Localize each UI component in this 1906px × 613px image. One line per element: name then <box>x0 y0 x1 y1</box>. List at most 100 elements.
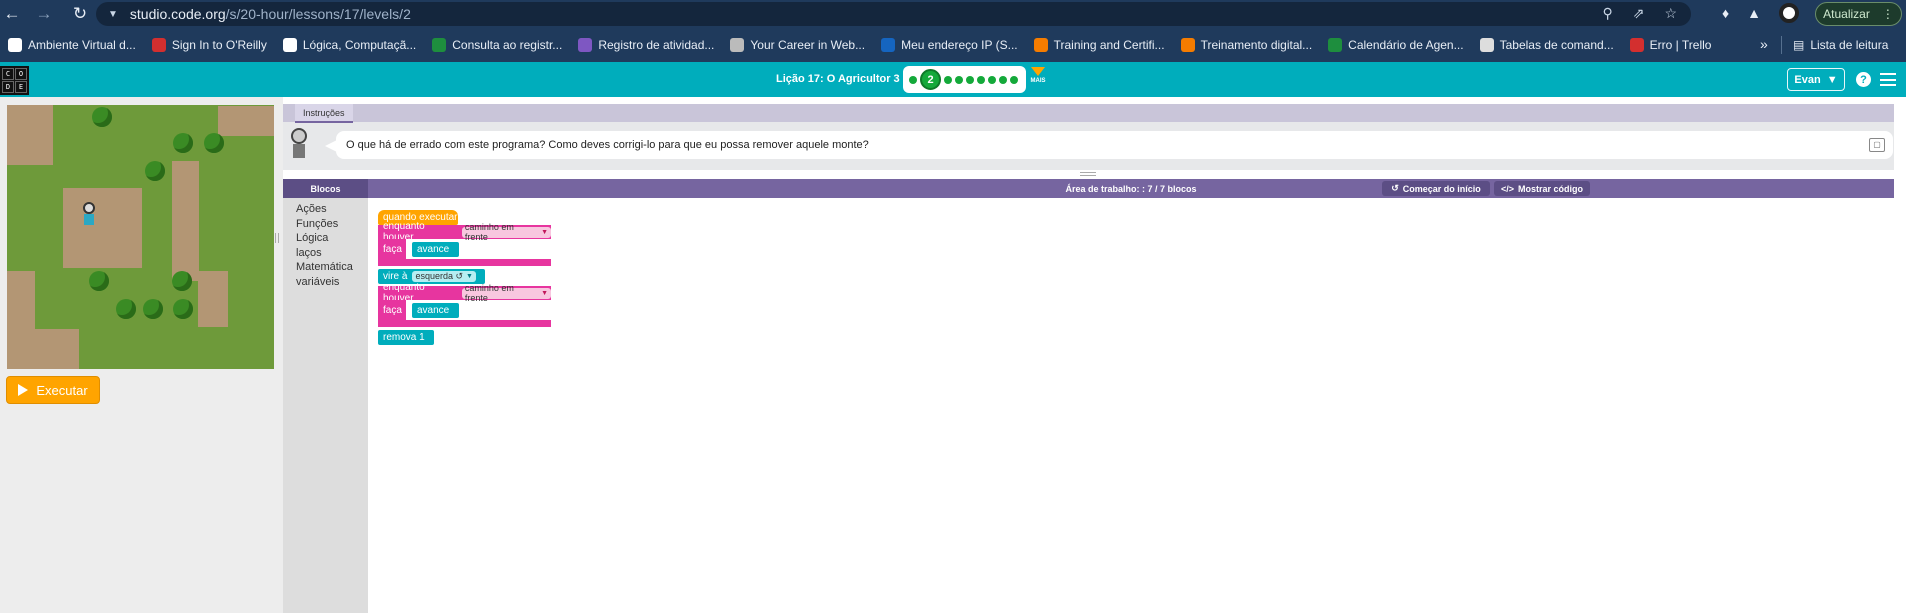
bookmark-label: Sign In to O'Reilly <box>171 38 267 52</box>
more-bookmarks-icon[interactable]: » <box>1760 36 1768 52</box>
level-dot[interactable] <box>1010 75 1018 84</box>
bookmark-label: Tabelas de comand... <box>1499 38 1614 52</box>
dirt-path <box>7 329 79 369</box>
dirt-path <box>218 106 274 136</box>
profile-avatar[interactable] <box>1779 3 1800 23</box>
while-path-block[interactable]: enquanto houver caminho em frente ▼ <box>378 221 551 243</box>
browser-toolbar: ← → ↻ ▼ studio.code.org/s/20-hour/lesson… <box>0 0 1906 28</box>
category-matematica[interactable]: Matemática <box>296 260 368 275</box>
level-dot[interactable] <box>944 75 952 84</box>
bookmark-label: Your Career in Web... <box>750 38 866 52</box>
category-funcoes[interactable]: Funções <box>296 217 368 232</box>
text-to-speech-icon[interactable]: ▢ <box>1869 138 1885 152</box>
star-icon[interactable]: ☆ <box>1664 5 1677 22</box>
level-dot[interactable] <box>999 75 1007 84</box>
bookmark-favicon-icon <box>432 38 447 52</box>
bookmark-favicon-icon <box>1033 38 1048 52</box>
category-variaveis[interactable]: variáveis <box>296 275 368 290</box>
code-icon: </> <box>1500 183 1514 194</box>
tab-instructions[interactable]: Instruções <box>295 104 353 123</box>
url-text: studio.code.org/s/20-hour/lessons/17/lev… <box>129 6 411 22</box>
zoom-icon[interactable]: ⚲ <box>1602 5 1612 22</box>
level-dot[interactable] <box>966 75 974 84</box>
reading-list-button[interactable]: ▤ Lista de leitura <box>1793 28 1888 62</box>
back-icon[interactable]: ← <box>0 2 24 26</box>
while-path-block[interactable]: enquanto houver caminho em frente ▼ <box>378 282 551 304</box>
extensions-icon[interactable]: ♦ <box>1722 5 1729 21</box>
condition-dropdown[interactable]: caminho em frente ▼ <box>461 283 551 303</box>
remove-dirt-block[interactable]: remova 1 <box>378 330 434 345</box>
direction-dropdown[interactable]: esquerda ↺ ▼ <box>412 271 476 282</box>
code-workspace[interactable]: quando executar enquanto houver caminho … <box>368 198 1894 613</box>
move-forward-block[interactable]: avance <box>412 303 459 318</box>
pane-resize-handle[interactable] <box>275 233 279 243</box>
codeorg-logo[interactable]: CO DE <box>0 66 29 95</box>
bookmark-label: Treinamento digital... <box>1200 38 1313 52</box>
more-levels-button[interactable]: MAIS <box>1029 67 1047 84</box>
current-level-dot[interactable]: 2 <box>920 69 941 90</box>
forward-icon[interactable]: → <box>32 2 56 26</box>
reload-icon[interactable]: ↻ <box>68 2 92 26</box>
bookmark-item[interactable]: Meu endereço IP (S... <box>873 38 1026 52</box>
bookmark-item[interactable]: Registro de atividad... <box>570 38 722 52</box>
bookmark-item[interactable]: Consulta ao registr... <box>424 38 570 52</box>
hamburger-menu-icon[interactable] <box>1880 73 1896 86</box>
workspace-title: Área de trabalho: : 7 / 7 blocos <box>1065 183 1197 194</box>
bookmark-label: Registro de atividad... <box>598 38 715 52</box>
bookmark-label: Calendário de Agen... <box>1348 38 1464 52</box>
level-dot[interactable] <box>988 75 996 84</box>
share-icon[interactable]: ⇗ <box>1633 5 1645 22</box>
instructions-resize-handle[interactable] <box>1080 172 1096 176</box>
category-logica[interactable]: Lógica <box>296 231 368 246</box>
bookmark-item[interactable]: Your Career in Web... <box>722 38 873 52</box>
address-bar[interactable]: ▼ studio.code.org/s/20-hour/lessons/17/l… <box>96 2 1691 26</box>
bookmark-favicon-icon <box>8 38 22 52</box>
instructions-text: O que há de errado com este programa? Co… <box>346 139 869 151</box>
instructions-panel: Instruções O que há de errado com este p… <box>283 104 1894 170</box>
bookmark-item[interactable]: Ambiente Virtual d... <box>0 38 144 52</box>
toolbox-title: Blocos <box>283 179 368 198</box>
reset-button[interactable]: ↺ Começar do início <box>1382 181 1490 196</box>
dropdown-arrow-icon: ▼ <box>541 228 548 236</box>
level-dot[interactable] <box>977 75 985 84</box>
game-canvas <box>7 105 274 369</box>
category-lacos[interactable]: laços <box>296 246 368 261</box>
condition-dropdown[interactable]: caminho em frente ▼ <box>461 222 551 242</box>
run-button[interactable]: Executar <box>6 376 100 404</box>
labs-icon[interactable]: ▲ <box>1747 5 1761 21</box>
play-icon <box>18 384 29 396</box>
move-forward-block[interactable]: avance <box>412 242 459 257</box>
show-code-button[interactable]: </> Mostrar código <box>1494 181 1590 196</box>
bookmark-label: Consulta ao registr... <box>452 38 563 52</box>
bookmark-item[interactable]: Erro | Trello <box>1622 38 1720 52</box>
bookmark-item[interactable]: Treinamento digital... <box>1173 38 1321 52</box>
site-info-icon[interactable]: ▼ <box>108 9 118 20</box>
help-icon[interactable]: ? <box>1856 72 1871 87</box>
update-button[interactable]: Atualizar ⋮ <box>1815 2 1902 26</box>
tree <box>143 299 163 319</box>
dirt-path <box>198 271 228 327</box>
tree <box>89 271 109 291</box>
bookmark-item[interactable]: Calendário de Agen... <box>1320 38 1471 52</box>
bookmark-favicon-icon <box>1180 38 1195 52</box>
more-arrow-icon <box>1031 67 1045 76</box>
bookmark-item[interactable]: Lógica, Computaçã... <box>275 38 424 52</box>
bookmark-label: Training and Certifi... <box>1053 38 1165 52</box>
bookmarks-bar: Ambiente Virtual d... Sign In to O'Reilly… <box>0 28 1906 62</box>
bookmark-item[interactable]: Tabelas de comand... <box>1472 38 1622 52</box>
dirt-pile <box>63 188 142 268</box>
while-do-row: faça <box>378 239 406 259</box>
bookmark-favicon-icon <box>578 38 593 52</box>
bookmark-item[interactable]: Training and Certifi... <box>1026 38 1173 52</box>
level-dot[interactable] <box>955 75 963 84</box>
bookmark-item[interactable]: Sign In to O'Reilly <box>144 38 275 52</box>
category-acoes[interactable]: Ações <box>296 202 368 217</box>
instructions-bubble: O que há de errado com este programa? Co… <box>336 131 1893 159</box>
bookmark-label: Ambiente Virtual d... <box>28 38 136 52</box>
lesson-title[interactable]: Lição 17: O Agricultor 3 <box>776 73 900 85</box>
while-do-row: faça <box>378 300 406 320</box>
level-dot[interactable] <box>909 75 917 84</box>
toolbox: Ações Funções Lógica laços Matemática va… <box>283 198 368 613</box>
user-menu-button[interactable]: Evan ▼ <box>1787 68 1845 91</box>
dirt-path <box>7 105 53 165</box>
